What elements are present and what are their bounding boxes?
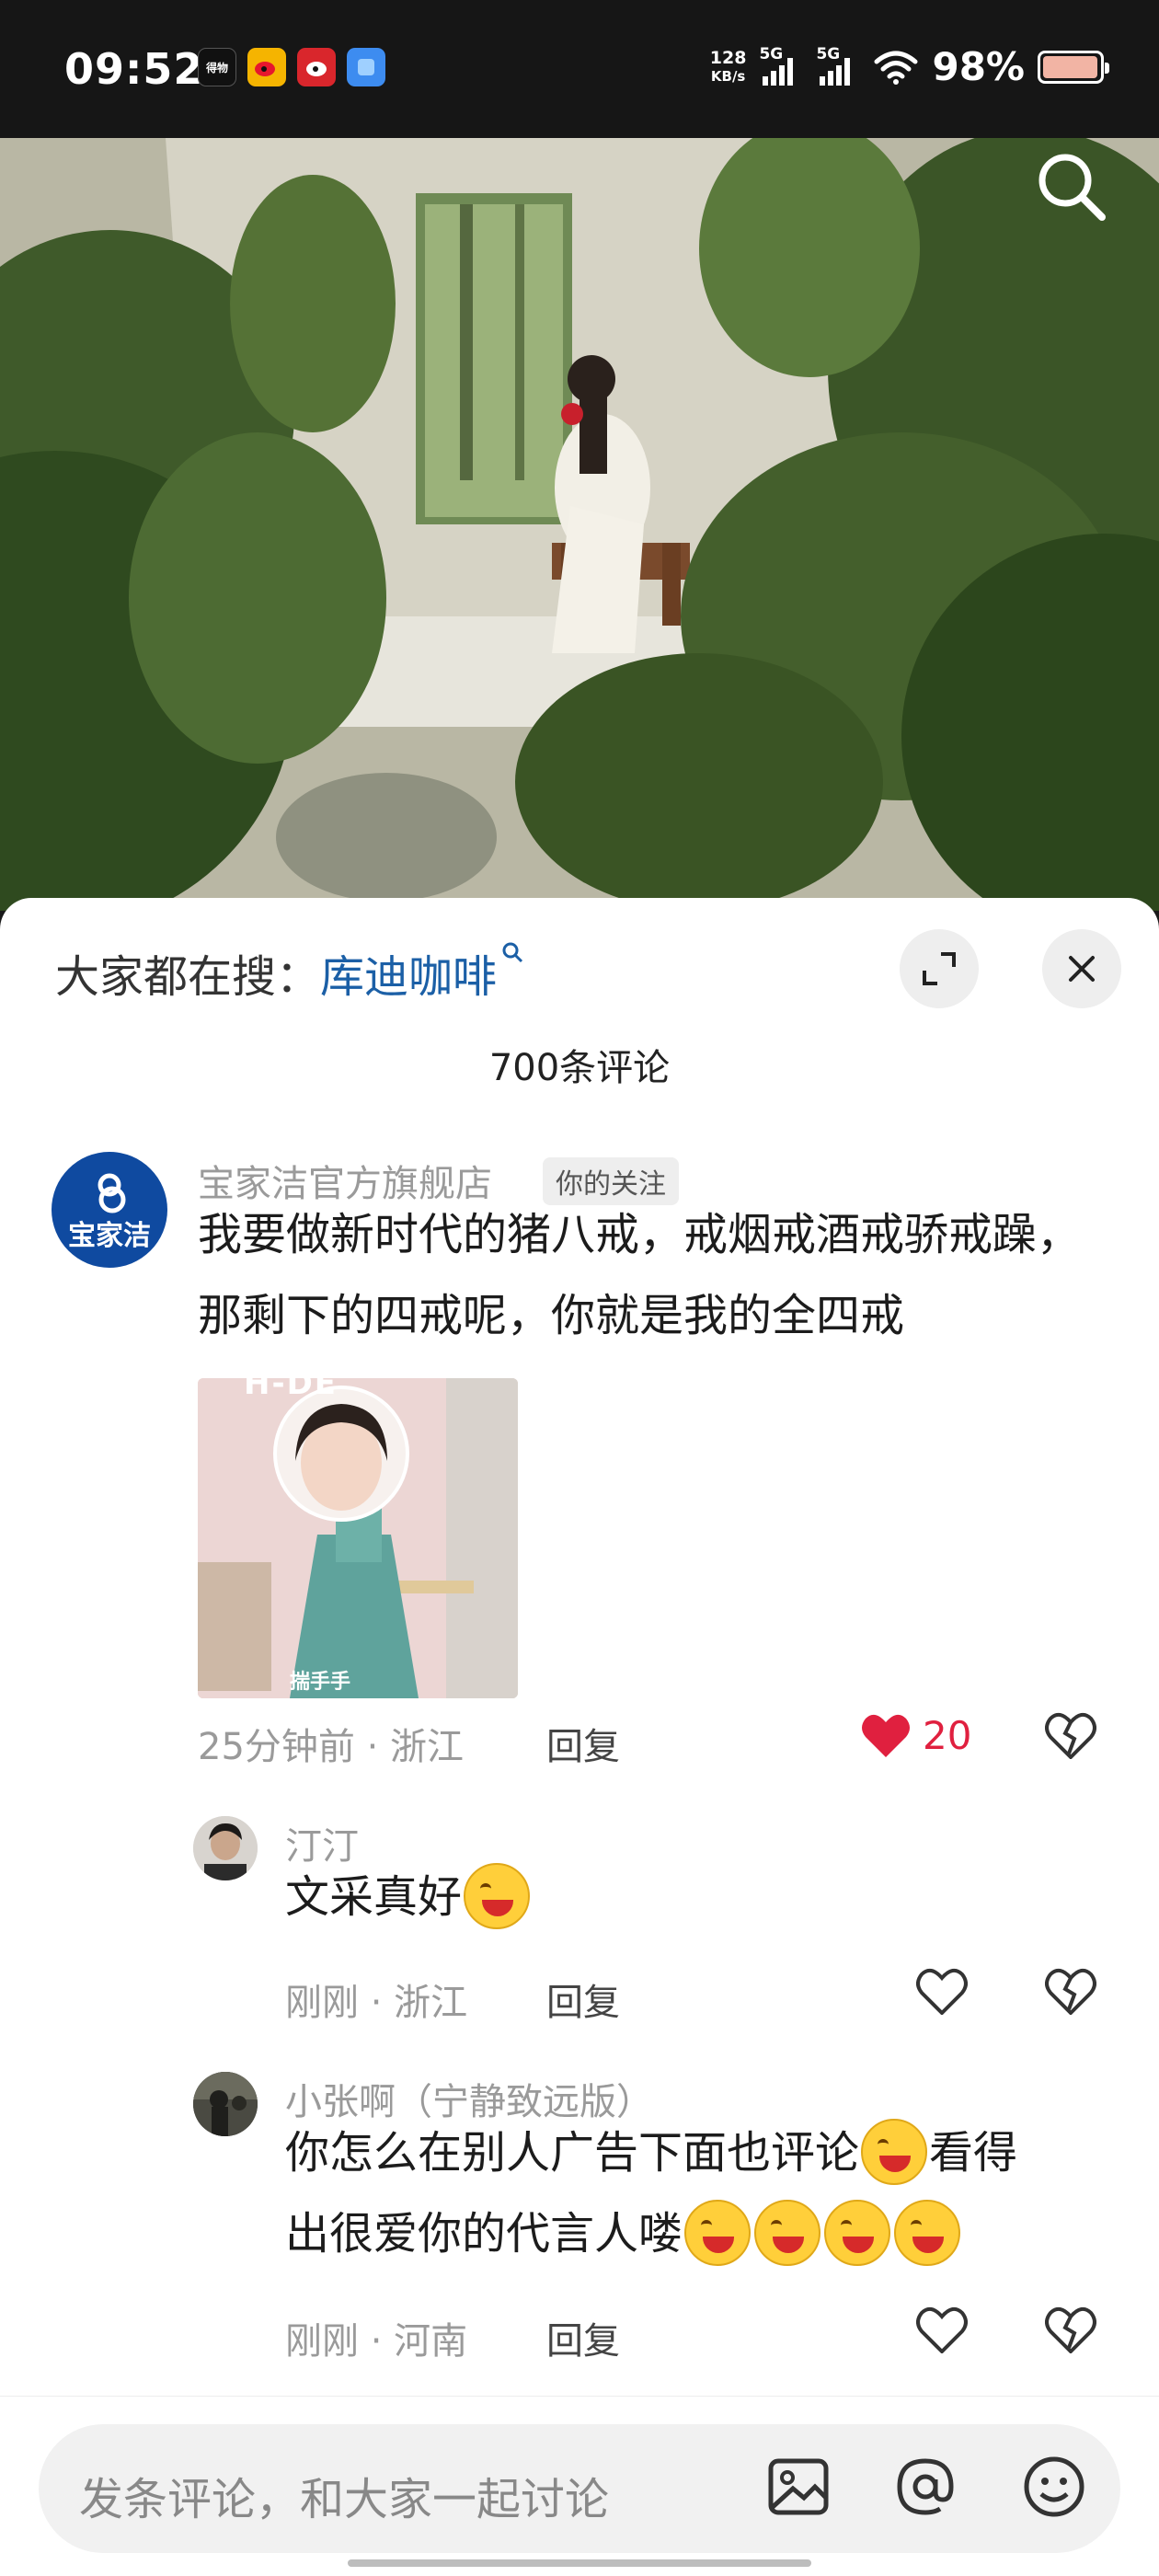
status-bar: 09:52 得物 128 KB/s 5G 5G 98% xyxy=(0,0,1159,221)
net-speed: 128 KB/s xyxy=(710,49,747,86)
avatar[interactable] xyxy=(193,2072,258,2136)
battery-icon xyxy=(1038,50,1109,84)
close-button[interactable] xyxy=(1042,929,1121,1008)
image-icon[interactable] xyxy=(763,2452,833,2522)
video-frame xyxy=(0,138,1159,911)
reply-button[interactable]: 回复 xyxy=(546,2311,620,2364)
comment-text-line2: 那剩下的四戒呢，你就是我的全四戒 xyxy=(198,1290,905,1341)
avatar-photo xyxy=(193,2072,258,2136)
avatar-text: 宝家洁 xyxy=(68,1220,151,1252)
signal-icon: 5G xyxy=(759,45,803,86)
status-indicators: 128 KB/s 5G 5G 98% xyxy=(710,44,1109,89)
comment-text-line1: 我要做新时代的猪八戒，戒烟戒酒戒骄戒躁， xyxy=(198,1209,1082,1260)
video-player[interactable] xyxy=(0,138,1159,911)
grin-emoji-icon xyxy=(464,1863,531,1929)
signal-label: 5G xyxy=(759,44,784,63)
weibo-red-icon xyxy=(297,48,336,86)
reply-meta: 刚刚 · 浙江 xyxy=(285,1982,468,2024)
close-icon xyxy=(1069,956,1095,982)
app-icon xyxy=(347,48,385,86)
reply-text-part-a: 你怎么在别人广告下面也评论 xyxy=(285,2127,860,2179)
net-speed-unit: KB/s xyxy=(710,67,746,85)
heart-outline-icon[interactable] xyxy=(916,1967,968,2015)
signal-icon-2: 5G xyxy=(816,45,860,86)
wifi-icon xyxy=(874,51,918,85)
expand-button[interactable] xyxy=(900,929,979,1008)
battery-fill xyxy=(1043,55,1097,78)
reply-text-part-b: 看得 xyxy=(929,2127,1018,2179)
reply-text: 文采真好 xyxy=(285,1857,532,1938)
heart-filled-icon xyxy=(862,1714,910,1757)
signal-label-2: 5G xyxy=(816,44,841,63)
home-indicator[interactable] xyxy=(348,2559,811,2567)
dislike-icon[interactable] xyxy=(1045,2306,1096,2353)
reply-text: 你怎么在别人广告下面也评论 看得 出很爱你的代言人喽 xyxy=(285,2112,1113,2274)
comment-count: 700条评论 xyxy=(488,1047,671,1089)
tongue-wink-emoji-icon xyxy=(824,2200,891,2266)
mention-icon[interactable] xyxy=(890,2452,960,2522)
comment-input[interactable]: 发条评论，和大家一起讨论 xyxy=(39,2424,1120,2553)
battery-percent: 98% xyxy=(932,44,1025,89)
like-count: 20 xyxy=(923,1712,972,1758)
dewu-icon: 得物 xyxy=(198,48,236,86)
comment-input-placeholder: 发条评论，和大家一起讨论 xyxy=(79,2474,610,2525)
sticker-caption: 揣手手 xyxy=(290,1671,351,1694)
avatar[interactable] xyxy=(193,1816,258,1880)
reply-button[interactable]: 回复 xyxy=(546,1972,620,2026)
trending-search-keyword[interactable]: 库迪咖啡 xyxy=(320,951,497,1003)
reply-button[interactable]: 回复 xyxy=(546,1717,620,1770)
dislike-icon[interactable] xyxy=(1045,1967,1096,2015)
reply-text-line2: 出很爱你的代言人喽 xyxy=(285,2208,683,2260)
small-search-icon xyxy=(502,942,523,963)
trending-search[interactable]: 大家都在搜：库迪咖啡 xyxy=(55,940,526,1005)
search-icon xyxy=(1039,154,1106,221)
tongue-wink-emoji-icon xyxy=(894,2200,961,2266)
search-button[interactable] xyxy=(1032,147,1111,226)
avatar-photo xyxy=(193,1816,258,1880)
heart-outline-icon[interactable] xyxy=(916,2306,968,2353)
tongue-wink-emoji-icon xyxy=(684,2200,752,2266)
comment-text: 我要做新时代的猪八戒，戒烟戒酒戒骄戒躁， 那剩下的四戒呢，你就是我的全四戒 xyxy=(198,1194,1118,1356)
reply-text-content: 文采真好 xyxy=(285,1871,463,1923)
comment-sheet: 大家都在搜：库迪咖啡 700条评论 宝家洁 宝家洁官方旗舰店 你的关注 我要做新… xyxy=(0,898,1159,2576)
trending-search-prefix: 大家都在搜： xyxy=(55,951,321,1003)
net-speed-value: 128 xyxy=(709,47,747,68)
emoji-icon[interactable] xyxy=(1019,2452,1089,2522)
sticker-illustration xyxy=(198,1378,518,1698)
avatar[interactable]: 宝家洁 xyxy=(52,1152,167,1268)
tongue-wink-emoji-icon xyxy=(754,2200,821,2266)
weibo-icon xyxy=(247,48,286,86)
sticker-banner-text: H-DE xyxy=(244,1378,339,1402)
notification-icons: 得物 xyxy=(198,48,385,86)
reply-meta: 刚刚 · 河南 xyxy=(285,2320,468,2363)
comment-input-bar: 发条评论，和大家一起讨论 xyxy=(0,2396,1159,2576)
like-button[interactable]: 20 xyxy=(860,1711,971,1759)
dislike-icon[interactable] xyxy=(1045,1711,1096,1759)
expand-icon xyxy=(923,952,956,985)
tongue-wink-emoji-icon xyxy=(861,2119,928,2185)
comment-meta: 25分钟前 · 浙江 xyxy=(198,1726,465,1768)
clock: 09:52 xyxy=(64,44,204,94)
comment-sticker-image[interactable]: H-DE 揣手手 xyxy=(198,1378,518,1698)
